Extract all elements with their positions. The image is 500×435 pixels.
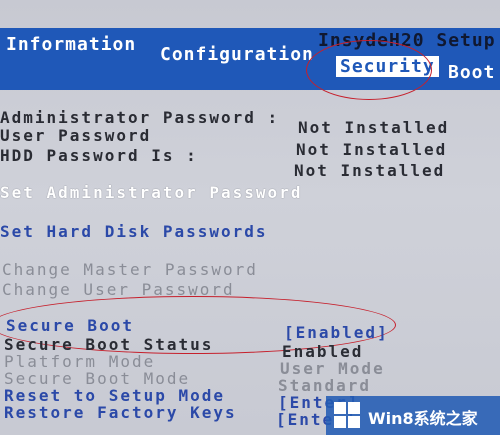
- tab-boot[interactable]: Boot: [448, 62, 495, 83]
- hdd-password-value: Not Installed: [294, 161, 446, 180]
- change-user-password-item: Change User Password: [2, 280, 235, 299]
- set-admin-password-item[interactable]: Set Administrator Password: [0, 183, 302, 202]
- tab-security[interactable]: Security: [336, 56, 439, 77]
- user-password-label: User Password: [0, 126, 152, 145]
- admin-password-label: Administrator Password :: [0, 108, 280, 127]
- bios-brand-title: InsydeH20 Setup: [318, 30, 496, 51]
- admin-password-value: Not Installed: [298, 118, 450, 137]
- tab-information[interactable]: Information: [6, 34, 136, 55]
- user-password-value: Not Installed: [296, 140, 448, 159]
- windows-logo-icon: [334, 402, 360, 428]
- secure-boot-item[interactable]: Secure Boot: [6, 316, 134, 335]
- set-hdd-passwords-item[interactable]: Set Hard Disk Passwords: [0, 222, 268, 241]
- bios-setup-screen: Information Configuration Security Boot …: [0, 0, 500, 435]
- watermark-text: Win8系统之家: [368, 409, 478, 428]
- tab-configuration[interactable]: Configuration: [160, 44, 314, 65]
- secure-boot-value[interactable]: [Enabled]: [284, 323, 389, 342]
- site-watermark: Win8系统之家: [326, 396, 500, 435]
- change-master-password-item: Change Master Password: [2, 260, 258, 279]
- restore-factory-keys-item[interactable]: Restore Factory Keys: [4, 403, 237, 422]
- hdd-password-label: HDD Password Is :: [0, 146, 198, 165]
